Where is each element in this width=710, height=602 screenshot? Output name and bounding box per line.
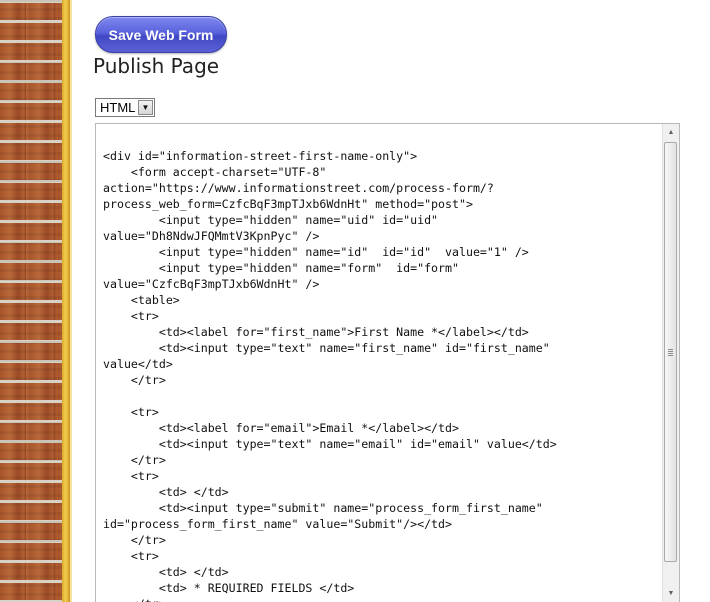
scroll-up-icon[interactable]: ▲ [663,124,679,141]
scroll-grip-icon [668,349,673,356]
code-textarea[interactable]: <div id="information-street-first-name-o… [95,123,680,602]
gold-border-decoration [62,0,72,602]
page-title: Publish Page [93,54,220,78]
vertical-scrollbar[interactable]: ▲ ▼ [662,124,679,602]
format-select-value: HTML [100,100,136,115]
publish-page: Save Web Form Publish Page HTML ▼ <div i… [0,0,710,602]
format-select[interactable]: HTML ▼ [95,98,155,117]
chevron-down-icon[interactable]: ▼ [138,100,153,115]
embed-code-text[interactable]: <div id="information-street-first-name-o… [103,148,661,602]
brick-wall-decoration [0,0,62,602]
scroll-thumb[interactable] [664,142,677,562]
save-web-form-button[interactable]: Save Web Form [95,16,227,53]
scroll-down-icon[interactable]: ▼ [663,585,679,602]
